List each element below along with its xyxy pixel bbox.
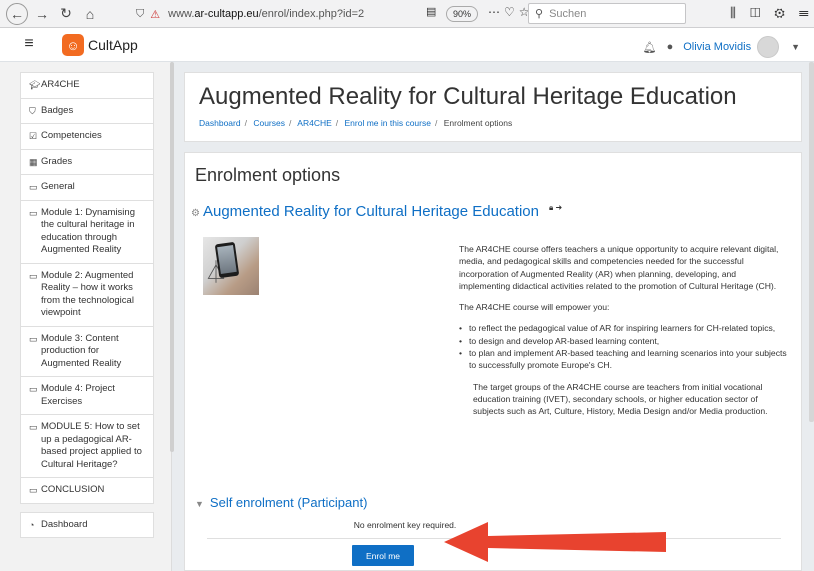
drawer-item-label: Grades — [41, 155, 73, 167]
reader-view-icon[interactable]: ▤ — [426, 5, 436, 18]
toolbar-icons[interactable]: ⫼◫⚙☰ — [730, 5, 814, 21]
enrolment-heading: Enrolment options — [195, 165, 341, 185]
drawer-item-label: Module 1: Dynamising the cultural herita… — [41, 206, 135, 256]
shield-icon: ⛉ — [136, 7, 145, 20]
drawer-item[interactable]: ▭ Module 1: Dynamising the cultural herit… — [20, 200, 154, 264]
chevron-down-icon: ▼ — [195, 499, 204, 509]
folder-icon: ▭ — [29, 270, 38, 281]
course-image: ⏃ — [203, 237, 259, 295]
page-scrollbar[interactable] — [809, 62, 814, 422]
breadcrumb-dashboard[interactable]: Dashboard — [199, 118, 241, 128]
list-item: to reflect the pedagogical value of AR f… — [459, 322, 789, 335]
summary-paragraph: The AR4CHE course will empower you: — [459, 302, 610, 313]
folder-icon: ▭ — [29, 207, 38, 218]
browser-toolbar: ← → ↻ ⌂ ⛉ ⚠ www.ar-cultapp.eu/enrol/inde… — [0, 0, 814, 28]
drawer-item[interactable]: ▭ MODULE 5: How to set up a pedagogical A… — [20, 415, 154, 478]
bell-icon[interactable]: 🔔︎ — [643, 41, 657, 54]
search-input[interactable]: ⚲ Suchen — [528, 3, 686, 24]
back-arrow-icon[interactable]: ← — [6, 2, 28, 25]
drawer-item-label: Badges — [41, 104, 74, 116]
search-icon: ⚲ — [535, 8, 544, 20]
sign-in-icon: ➜ — [555, 203, 563, 212]
breadcrumb: Dashboard / Courses / AR4CHE / Enrol me in … — [199, 118, 513, 128]
annotation-arrow — [444, 522, 666, 562]
user-menu: 🔔︎ ● Olivia Movidis ▼ — [643, 36, 800, 58]
drawer-item-label: Dashboard — [41, 518, 88, 530]
url-text: www.ar-cultapp.eu/enrol/index.php?id=2 — [168, 8, 365, 20]
enrolment-icons: 🔒︎ ➜ — [549, 203, 562, 213]
course-icon: ⚙ — [191, 208, 200, 219]
drawer-item-label: MODULE 5: How to set up a pedagogical AR… — [41, 421, 142, 470]
folder-icon: ▭ — [29, 485, 38, 495]
list-item: to design and develop AR-based learning … — [459, 335, 789, 348]
drawer-item-label: General — [41, 181, 75, 192]
summary-list: to reflect the pedagogical value of AR f… — [459, 322, 789, 371]
menu-hamburger-icon[interactable]: ≡ — [18, 34, 40, 56]
self-enrolment-toggle[interactable]: ▼ Self enrolment (Participant) — [195, 495, 367, 510]
user-name[interactable]: Olivia Movidis — [683, 41, 751, 53]
search-placeholder: Suchen — [549, 7, 587, 20]
folder-icon: ▭ — [29, 384, 38, 394]
drawer-item[interactable]: ▭ Module 3: Content production for Augmen… — [20, 326, 154, 377]
lock-icon: 🔒︎ — [549, 203, 554, 212]
drawer-item[interactable]: ▭ CONCLUSION — [20, 478, 154, 504]
chevron-down-icon[interactable]: ▼ — [791, 42, 800, 52]
folder-icon: ▭ — [29, 182, 38, 192]
enrolment-card: Enrolment options ⚙ Augmented Reality for… — [184, 152, 802, 571]
drawer-item[interactable]: ▦ Grades — [20, 149, 154, 175]
drawer-item-label: Module 4: Project Exercises — [41, 383, 115, 407]
drawer-item[interactable]: ◔ Dashboard — [20, 511, 154, 538]
enrol-me-button[interactable]: Enrol me — [352, 545, 414, 566]
breadcrumb-course[interactable]: AR4CHE — [297, 118, 331, 128]
drawer-item[interactable]: ☑ Competencies — [20, 124, 154, 150]
summary-paragraph: The target groups of the AR4CHE course a… — [473, 381, 768, 417]
drawer-item[interactable]: 🎓︎ AR4CHE — [20, 72, 154, 99]
drawer-scrollbar[interactable] — [170, 62, 174, 452]
course-summary: The AR4CHE course offers teachers a uniq… — [459, 243, 789, 427]
folder-icon: ▭ — [29, 333, 38, 344]
page-header: Augmented Reality for Cultural Heritage … — [184, 72, 802, 142]
drawer-item[interactable]: ▭ General — [20, 175, 154, 201]
drawer-item[interactable]: ⛉ Badges — [20, 98, 154, 124]
drawer-item-label: AR4CHE — [41, 79, 80, 90]
graduation-cap-icon: 🎓︎ — [29, 80, 41, 90]
forward-arrow-icon[interactable]: → — [32, 4, 52, 24]
drawer-item-label: Module 2: Augmented Reality – how it wor… — [41, 269, 134, 319]
page-title: Augmented Reality for Cultural Heritage … — [199, 83, 737, 110]
course-name-link[interactable]: ⚙ Augmented Reality for Cultural Heritage… — [191, 203, 539, 220]
drawer-item[interactable]: ▭ Module 2: Augmented Reality – how it wo… — [20, 263, 154, 327]
drawer-list: 🎓︎ AR4CHE ⛉ Badges ☑ Competencies ▦ Grades ▭ Gene… — [20, 72, 154, 538]
site-navbar: ≡ ☺ CultApp 🔔︎ ● Olivia Movidis ▼ — [0, 28, 814, 62]
drawer-item-label: Module 3: Content production for Augment… — [41, 332, 122, 369]
checkbox-icon: ☑ — [29, 131, 38, 141]
page-actions-icon[interactable]: ⋯♡☆ — [488, 5, 534, 19]
breadcrumb-current: Enrolment options — [443, 118, 513, 128]
drawer-item-label: CONCLUSION — [41, 484, 105, 495]
list-item: to plan and implement AR-based teaching … — [459, 347, 789, 372]
chat-icon[interactable]: ● — [667, 41, 674, 53]
site-brand[interactable]: CultApp — [88, 37, 138, 53]
home-icon[interactable]: ⌂ — [80, 4, 100, 24]
folder-icon: ▭ — [29, 422, 38, 432]
zoom-level[interactable]: 90% — [446, 6, 479, 22]
phone-icon — [214, 241, 240, 279]
summary-paragraph: The AR4CHE course offers teachers a uniq… — [459, 244, 779, 291]
table-icon: ▦ — [29, 156, 38, 167]
course-drawer: 🎓︎ AR4CHE ⛉ Badges ☑ Competencies ▦ Grades ▭ Gene… — [0, 62, 172, 571]
avatar[interactable] — [757, 36, 780, 58]
shield-icon: ⛉ — [29, 105, 36, 116]
drawer-spacer — [20, 504, 154, 512]
breadcrumb-enrol[interactable]: Enrol me in this course — [345, 118, 431, 128]
insecure-lock-icon: ⚠ — [150, 8, 161, 21]
reload-icon[interactable]: ↻ — [56, 4, 76, 24]
drawer-item[interactable]: ▭ Module 4: Project Exercises — [20, 377, 154, 415]
cultapp-logo[interactable]: ☺ — [62, 34, 84, 56]
dashboard-icon: ◔ — [29, 519, 35, 530]
drawer-item-label: Competencies — [41, 130, 102, 141]
breadcrumb-courses[interactable]: Courses — [253, 118, 285, 128]
